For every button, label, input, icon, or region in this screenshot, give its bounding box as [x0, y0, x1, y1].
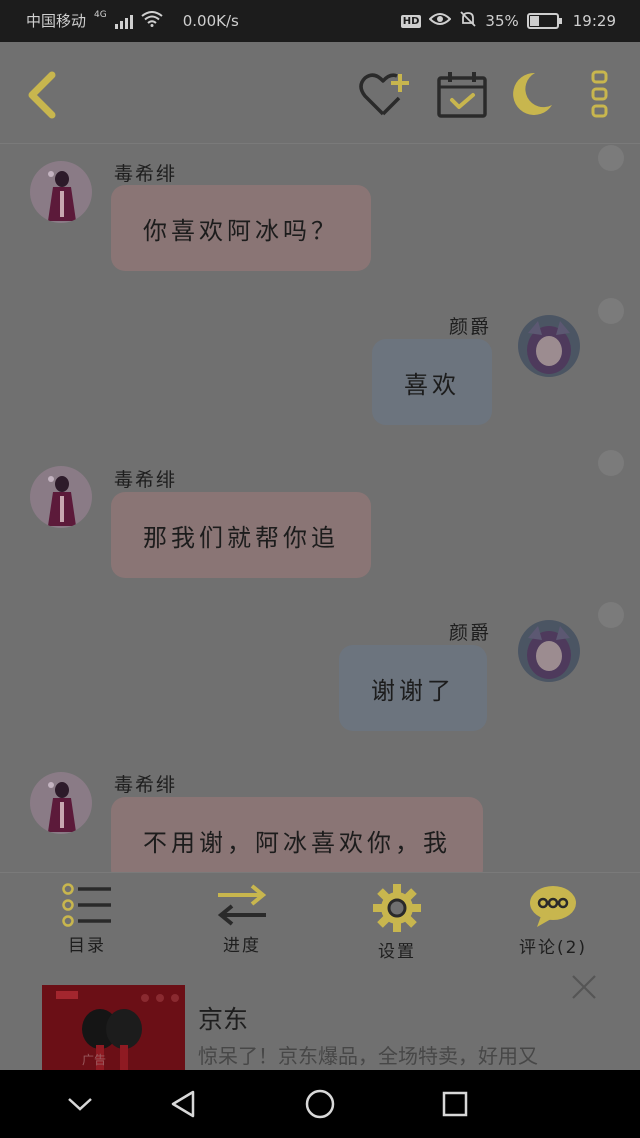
- signal-icon: [114, 13, 133, 29]
- list-icon: [62, 883, 111, 927]
- more-icon: [591, 70, 608, 118]
- triangle-back-icon: [171, 1090, 195, 1118]
- message-bubble[interactable]: 喜欢: [372, 339, 492, 425]
- sender-name: 毒希绯: [114, 774, 178, 796]
- night-mode-button[interactable]: [502, 66, 558, 122]
- avatar[interactable]: [518, 315, 580, 377]
- avatar[interactable]: [30, 161, 92, 223]
- message-bubble[interactable]: 不用谢，阿冰喜欢你，我: [111, 797, 483, 872]
- comments-label: 评论(2): [518, 938, 588, 958]
- back-button[interactable]: [12, 66, 68, 122]
- reader-top-bar: [0, 42, 640, 144]
- chat-area[interactable]: 毒希绯 你喜欢阿冰吗？ 颜爵 喜欢 毒希绯 那我们就帮你追 颜爵 谢谢了 毒希绯…: [0, 145, 640, 872]
- ad-banner[interactable]: 广告 京东 惊呆了！京东爆品，全场特卖，好用又: [0, 972, 640, 1070]
- message-status-dot: [598, 602, 624, 628]
- ad-image[interactable]: 广告: [42, 985, 185, 1070]
- settings-label: 设置: [378, 942, 416, 962]
- more-button[interactable]: [572, 66, 628, 122]
- close-icon: [572, 975, 596, 999]
- favorite-add-button[interactable]: [357, 66, 413, 122]
- hd-badge: HD: [400, 14, 422, 28]
- catalog-button[interactable]: 目录: [27, 883, 147, 965]
- swap-arrows-icon: [217, 884, 267, 926]
- message-bubble[interactable]: 你喜欢阿冰吗？: [111, 185, 371, 271]
- net-speed: 0.00K/s: [182, 11, 239, 30]
- wifi-icon: [141, 10, 163, 31]
- sender-name: 颜爵: [449, 622, 492, 644]
- comment-bubble-icon: [530, 886, 576, 927]
- progress-button[interactable]: 进度: [182, 883, 302, 965]
- nav-hide-button[interactable]: [60, 1084, 100, 1124]
- reader-toolbar: 目录 进度 设置 评论(2): [0, 872, 640, 972]
- catalog-label: 目录: [68, 936, 106, 956]
- nav-home-button[interactable]: [300, 1084, 340, 1124]
- message-bubble[interactable]: 谢谢了: [339, 645, 487, 731]
- night-mode-icon: [513, 72, 552, 115]
- network-type: 4G: [94, 9, 107, 20]
- mute-bell-icon: [459, 10, 477, 32]
- gear-icon: [373, 884, 421, 932]
- battery-percent: 35%: [485, 12, 519, 30]
- avatar[interactable]: [30, 466, 92, 528]
- ad-description: 惊呆了！京东爆品，全场特卖，好用又: [198, 1044, 538, 1068]
- battery-icon: [526, 13, 562, 29]
- settings-button[interactable]: 设置: [337, 883, 457, 965]
- carrier-label: 中国移动: [26, 12, 87, 30]
- message-status-dot: [598, 450, 624, 476]
- nav-recents-button[interactable]: [435, 1084, 475, 1124]
- message-status-dot: [598, 298, 624, 324]
- status-bar: 中国移动 4G 0.00K/s HD 35% 19:29: [0, 0, 640, 42]
- sender-name: 毒希绯: [114, 469, 178, 491]
- message-bubble[interactable]: 那我们就帮你追: [111, 492, 371, 578]
- nav-back-button[interactable]: [163, 1084, 203, 1124]
- avatar[interactable]: [518, 620, 580, 682]
- ad-label: 广告: [82, 1053, 107, 1067]
- back-icon: [28, 71, 56, 119]
- favorite-add-icon: [359, 73, 409, 116]
- calendar-checkin-button[interactable]: [434, 66, 490, 122]
- sender-name: 颜爵: [449, 316, 492, 338]
- calendar-check-icon: [437, 72, 487, 118]
- chevron-down-icon: [68, 1098, 92, 1111]
- eye-icon: [429, 11, 452, 31]
- progress-label: 进度: [223, 936, 261, 956]
- ad-title: 京东: [198, 1005, 249, 1034]
- square-recents-icon: [442, 1091, 468, 1117]
- ad-close-button[interactable]: [570, 973, 598, 1001]
- system-nav-bar: [0, 1070, 640, 1138]
- avatar[interactable]: [30, 772, 92, 834]
- circle-home-icon: [305, 1089, 335, 1119]
- comments-button[interactable]: 评论(2): [493, 883, 613, 965]
- clock: 19:29: [572, 12, 616, 30]
- message-status-dot: [598, 145, 624, 171]
- sender-name: 毒希绯: [114, 163, 178, 185]
